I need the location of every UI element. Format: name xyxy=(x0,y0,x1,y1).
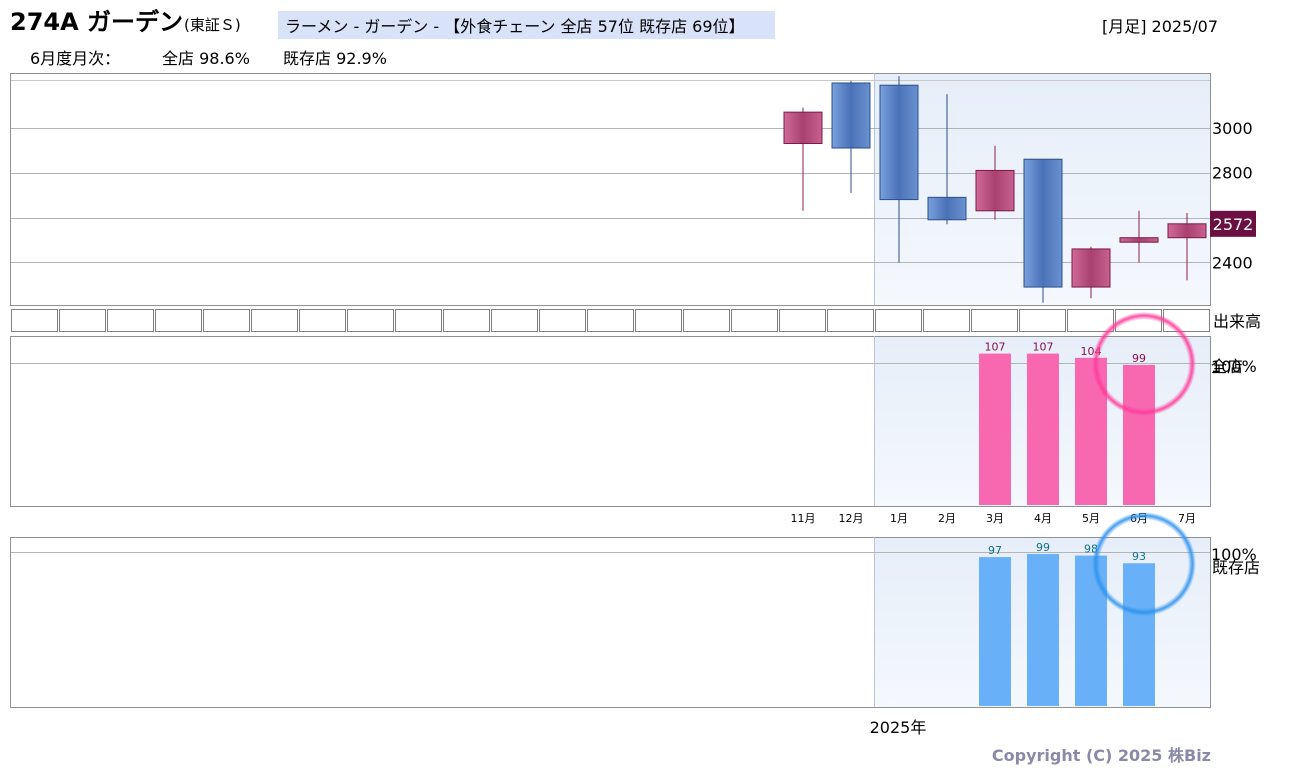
bar-value-label: 99 xyxy=(1036,541,1050,554)
price-panel: 2400 2800 3000 2572 xyxy=(10,73,1256,306)
volume-cell xyxy=(347,309,394,332)
volume-cell xyxy=(1019,309,1066,332)
volume-cell xyxy=(683,309,730,332)
volume-cell xyxy=(299,309,346,332)
year-label: 2025年 xyxy=(870,718,927,737)
candle xyxy=(1023,158,1063,303)
volume-cell xyxy=(395,309,442,332)
candle-body xyxy=(1167,223,1207,239)
volume-cell xyxy=(923,309,970,332)
volume-cell xyxy=(251,309,298,332)
copyright: Copyright (C) 2025 株Biz xyxy=(992,746,1211,765)
all-store-summary: 全店 98.6% xyxy=(162,49,250,68)
all-store-series-label: 全店 xyxy=(1211,357,1243,376)
bar-rect xyxy=(1027,554,1059,706)
monthly-label: 6月度月次： xyxy=(30,49,120,68)
stock-title: 274A ガーデン xyxy=(10,8,183,36)
month-label: 4月 xyxy=(1034,512,1052,525)
last-price-value: 2572 xyxy=(1213,215,1254,234)
candle-body xyxy=(831,82,871,149)
month-label: 1月 xyxy=(890,512,908,525)
price-tick-label: 3000 xyxy=(1212,119,1253,138)
volume-cell xyxy=(635,309,682,332)
bar-value-label: 107 xyxy=(1033,341,1054,354)
volume-label: 出来高 xyxy=(1213,312,1261,331)
candle-body xyxy=(975,169,1015,212)
bar: 107 xyxy=(1027,341,1059,505)
volume-cell xyxy=(155,309,202,332)
month-label: 5月 xyxy=(1082,512,1100,525)
volume-cell xyxy=(11,309,58,332)
candle-body xyxy=(879,84,919,201)
volume-strip xyxy=(11,309,1210,332)
volume-cell xyxy=(875,309,922,332)
existing-store-summary: 既存店 92.9% xyxy=(283,49,387,68)
candle-body xyxy=(1119,237,1159,243)
existing-store-highlight-ring xyxy=(1092,512,1196,616)
all-store-panel: 10710710499 100% 全店 xyxy=(10,312,1257,507)
volume-cell xyxy=(59,309,106,332)
month-label: 11月 xyxy=(791,512,816,525)
candle-body xyxy=(1023,158,1063,288)
bar-rect xyxy=(979,557,1011,706)
price-tick-label: 2800 xyxy=(1212,164,1253,183)
exchange-label: (東証Ｓ) xyxy=(184,16,241,34)
month-label: 7月 xyxy=(1178,512,1196,525)
bar-value-label: 107 xyxy=(985,341,1006,354)
bar: 107 xyxy=(979,341,1011,505)
volume-cell xyxy=(539,309,586,332)
bar-rect xyxy=(979,353,1011,505)
volume-cell xyxy=(491,309,538,332)
candle-body xyxy=(783,111,823,145)
stock-chart-canvas: 274A ガーデン (東証Ｓ) ラーメン - ガーデン - 【外食チェーン 全店… xyxy=(10,8,1261,765)
candle xyxy=(783,107,823,211)
period-label: [月足] 2025/07 xyxy=(1102,17,1218,36)
volume-cell xyxy=(587,309,634,332)
volume-cell xyxy=(779,309,826,332)
candle-body xyxy=(927,196,967,221)
candle xyxy=(831,80,871,193)
existing-store-panel: 97999893 100% 既存店 xyxy=(10,512,1260,708)
last-price-marker: 2572 xyxy=(1210,210,1256,237)
bar-value-label: 97 xyxy=(988,544,1002,557)
volume-cell xyxy=(971,309,1018,332)
price-axis: 2400 2800 3000 xyxy=(1212,119,1253,273)
month-label: 2月 xyxy=(938,512,956,525)
volume-cell xyxy=(107,309,154,332)
bar: 97 xyxy=(979,544,1011,706)
price-tick-label: 2400 xyxy=(1212,253,1253,272)
volume-cell xyxy=(443,309,490,332)
volume-cell xyxy=(203,309,250,332)
month-label: 12月 xyxy=(839,512,864,525)
bar-rect xyxy=(1027,353,1059,505)
existing-store-series-label: 既存店 xyxy=(1212,558,1260,577)
volume-cell xyxy=(827,309,874,332)
month-label: 3月 xyxy=(986,512,1004,525)
all-store-highlight-ring xyxy=(1092,312,1196,416)
bar: 99 xyxy=(1027,541,1059,706)
volume-cell xyxy=(731,309,778,332)
category-label: ラーメン - ガーデン - 【外食チェーン 全店 57位 既存店 69位】 xyxy=(285,17,745,36)
candle-body xyxy=(1071,248,1111,288)
